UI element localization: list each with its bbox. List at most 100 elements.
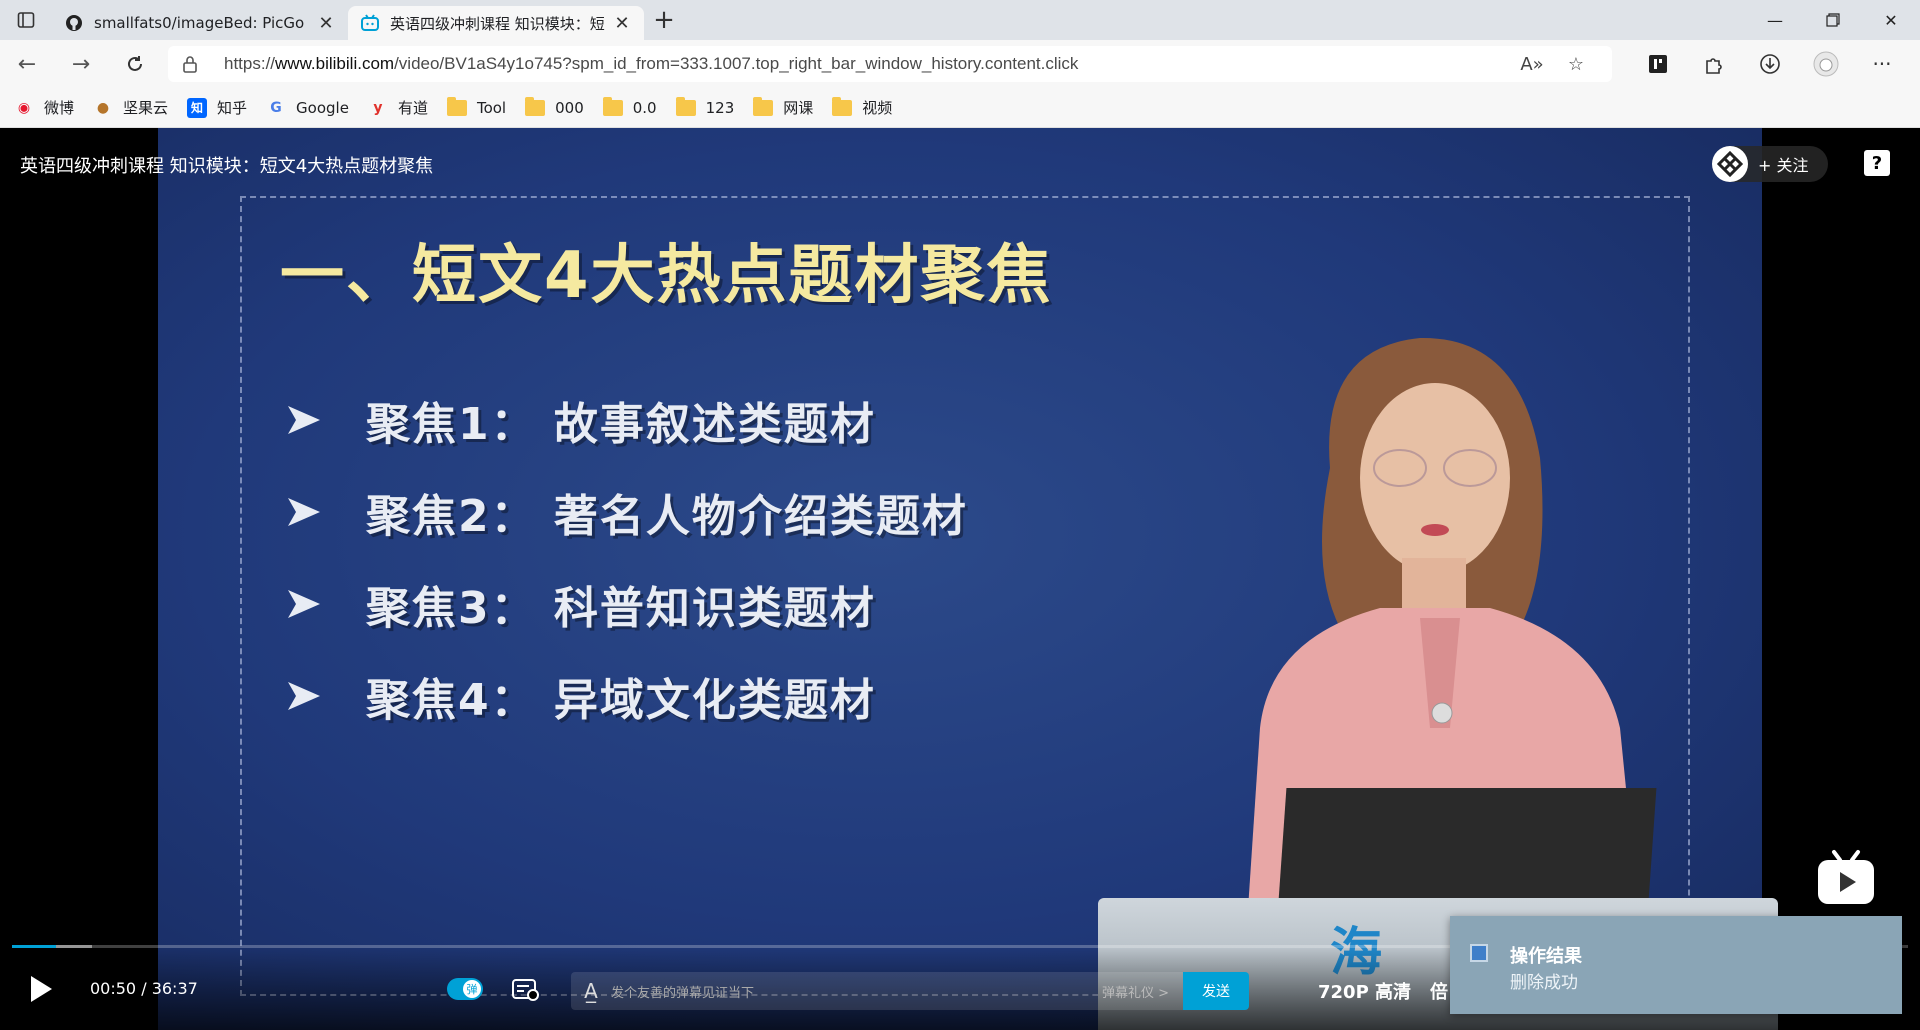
notification-toast[interactable]: 操作结果 删除成功 [1450, 916, 1902, 1014]
close-icon[interactable]: ✕ [316, 13, 336, 34]
bookmark-item[interactable]: 知知乎 [187, 97, 247, 118]
address-toolbar: ← → https://www.bilibili.com/video/BV1aS… [0, 40, 1920, 88]
follow-button[interactable]: + 关注 [1712, 146, 1828, 182]
danmaku-settings-icon[interactable] [512, 978, 540, 1002]
folder-icon [675, 96, 696, 118]
bilibili-icon [360, 13, 380, 33]
url-prefix: https:// [224, 54, 276, 73]
bilibili-tv-icon[interactable] [1816, 848, 1876, 908]
text-style-icon[interactable]: A̲ [571, 979, 611, 1003]
bookmark-item[interactable]: 123 [675, 96, 735, 118]
puzzle-icon [1706, 58, 1722, 74]
minimize-button[interactable]: — [1746, 0, 1804, 40]
slide-heading: 一、短文4大热点题材聚焦 [280, 239, 1053, 313]
slide-bullet: 聚焦2： 著名人物介绍类题材 [284, 480, 968, 544]
tab-bilibili[interactable]: 英语四级冲刺课程 知识模块：短 ✕ [348, 6, 644, 40]
time-separator: / [141, 979, 147, 998]
danmaku-input[interactable]: A̲ 发个友善的弹幕见证当下 弹幕礼仪 > [571, 972, 1183, 1010]
refresh-button[interactable] [108, 40, 162, 88]
read-aloud-icon[interactable]: A» [1510, 54, 1554, 75]
bookmark-label: 视频 [862, 99, 893, 117]
bookmark-item[interactable]: y 有道 [368, 97, 428, 118]
slide-bullet: 聚焦4： 异域文化类题材 [284, 664, 876, 728]
send-button[interactable]: 发送 [1183, 972, 1249, 1010]
settings-menu-button[interactable]: ··· [1854, 40, 1910, 88]
bookmark-item[interactable]: 000 [525, 96, 584, 118]
toast-title: 操作结果 [1510, 946, 1582, 967]
close-icon[interactable]: ✕ [612, 13, 632, 34]
bookmark-label: 有道 [397, 99, 428, 117]
danmaku-toggle-knob: 弹 [463, 980, 481, 998]
bullet-text: 聚焦4： 异域文化类题材 [366, 675, 876, 726]
current-time: 00:50 [90, 979, 137, 998]
new-tab-button[interactable]: + [644, 0, 684, 40]
lock-icon [182, 55, 204, 73]
bookmark-label: 坚果云 [123, 99, 169, 117]
bookmark-item[interactable]: 0.0 [602, 96, 657, 118]
address-bar[interactable]: https://www.bilibili.com/video/BV1aS4y1o… [168, 46, 1612, 82]
bookmark-item[interactable]: ◉ 微博 [14, 97, 74, 118]
bullet-text: 聚焦2： 著名人物介绍类题材 [366, 491, 968, 542]
speed-selector[interactable]: 倍 [1430, 978, 1448, 1004]
slide-bullet: 聚焦1： 故事叙述类题材 [284, 388, 876, 452]
favorite-star-icon[interactable]: ☆ [1554, 54, 1598, 75]
refresh-icon [128, 56, 142, 71]
follow-label: + 关注 [1758, 156, 1809, 175]
bookmark-label: 123 [705, 98, 735, 117]
arrow-left-icon: ← [17, 51, 37, 77]
video-player[interactable]: 一、短文4大热点题材聚焦 聚焦1： 故事叙述类题材 聚焦2： 著名人物介绍类题材… [0, 128, 1920, 1030]
bookmark-item[interactable]: Tool [446, 96, 506, 118]
extensions-button[interactable] [1686, 40, 1742, 88]
close-window-button[interactable]: ✕ [1862, 0, 1920, 40]
slide-bullet: 聚焦3： 科普知识类题材 [284, 572, 876, 636]
profile-avatar-icon [1813, 51, 1839, 77]
extension-button[interactable] [1630, 40, 1686, 88]
bullet-text: 聚焦3： 科普知识类题材 [366, 583, 876, 634]
bookmark-item[interactable]: ● 坚果云 [93, 97, 168, 118]
restore-icon [1826, 13, 1840, 27]
url-text[interactable]: https://www.bilibili.com/video/BV1aS4y1o… [224, 54, 1510, 74]
bookmark-label: 知乎 [217, 99, 248, 117]
back-button[interactable]: ← [0, 40, 54, 88]
bookmark-label: 微博 [44, 99, 75, 117]
arrow-right-icon: → [71, 51, 91, 77]
duration: 36:37 [151, 979, 198, 998]
tab-strip: smallfats0/imageBed: PicGo ✕ 英语四级冲刺课程 知识… [0, 0, 1920, 40]
progress-fill [12, 945, 56, 948]
danmaku-etiquette-link[interactable]: 弹幕礼仪 > [1102, 982, 1169, 1001]
google-icon: G [270, 99, 282, 116]
folder-icon [832, 96, 853, 118]
arrowhead-icon [288, 498, 320, 526]
bookmark-label: 000 [555, 98, 584, 117]
downloads-button[interactable] [1742, 40, 1798, 88]
quality-selector[interactable]: 720P 高清 [1318, 978, 1411, 1004]
bookmark-label: 网课 [783, 99, 814, 117]
profile-button[interactable] [1798, 40, 1854, 88]
arrowhead-icon [288, 682, 320, 710]
download-icon [1760, 54, 1780, 74]
forward-button[interactable]: → [54, 40, 108, 88]
danmaku-toggle[interactable]: 弹 [447, 978, 483, 1000]
bookmark-item[interactable]: 网课 [753, 96, 814, 118]
bookmark-item[interactable]: 视频 [832, 96, 893, 118]
restore-button[interactable] [1804, 0, 1862, 40]
bookmark-label: 0.0 [632, 98, 657, 117]
tab-picgo[interactable]: smallfats0/imageBed: PicGo ✕ [52, 6, 348, 40]
folder-icon [602, 96, 623, 118]
arrowhead-icon [288, 406, 320, 434]
video-title: 英语四级冲刺课程 知识模块：短文4大热点题材聚焦 [20, 156, 434, 177]
tab-title: 英语四级冲刺课程 知识模块：短 [390, 14, 605, 33]
weibo-icon: ◉ [17, 99, 31, 116]
danmaku-placeholder: 发个友善的弹幕见证当下 [611, 985, 755, 1001]
help-button[interactable]: ? [1864, 150, 1890, 176]
app-icon [1470, 944, 1488, 962]
tab-actions-icon [17, 12, 35, 28]
bookmark-item[interactable]: G Google [266, 98, 349, 118]
plus-icon: + [653, 5, 675, 35]
folder-icon [753, 96, 774, 118]
more-icon: ··· [1872, 52, 1892, 76]
close-icon: ✕ [1884, 10, 1898, 30]
tab-actions-button[interactable] [0, 0, 52, 40]
play-icon[interactable] [28, 974, 54, 1004]
bookmarks-bar: ◉ 微博 ● 坚果云知知乎 G Google y 有道 Tool 000 0.0 123 网课 视频 [0, 88, 1920, 128]
